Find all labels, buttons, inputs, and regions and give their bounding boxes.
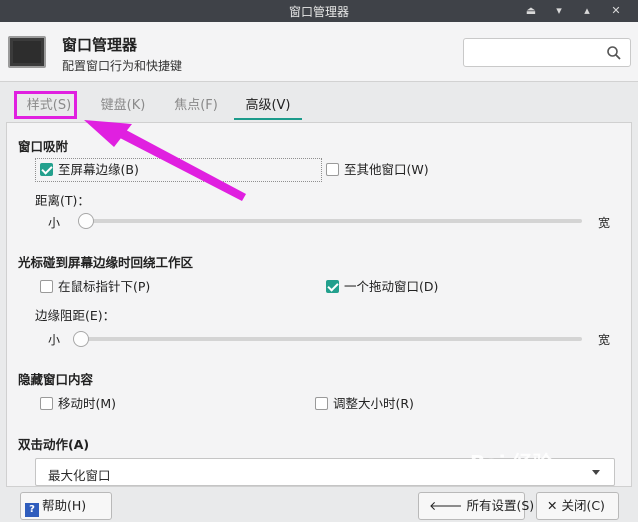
annotation-arrow-icon: [84, 120, 246, 201]
watermark-url: jingyan.baidu.com: [508, 472, 601, 483]
